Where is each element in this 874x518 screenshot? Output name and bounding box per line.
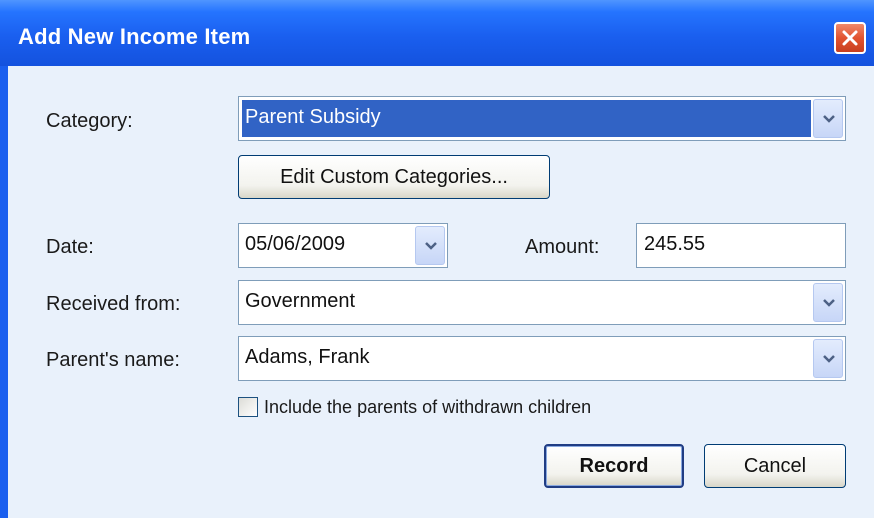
date-value: 05/06/2009 [245,233,346,255]
chevron-down-icon [425,241,437,250]
parent-name-dropdown-button[interactable] [813,339,843,378]
received-from-label: Received from: [46,293,181,315]
cancel-button[interactable]: Cancel [704,444,846,488]
received-from-dropdown[interactable]: Government [238,280,846,325]
parent-name-dropdown[interactable]: Adams, Frank [238,336,846,381]
chevron-down-icon [823,114,835,123]
category-dropdown-button[interactable] [813,99,843,138]
edit-custom-categories-button[interactable]: Edit Custom Categories... [238,155,550,199]
amount-field[interactable]: 245.55 [636,223,846,268]
chevron-down-icon [823,298,835,307]
include-withdrawn-label[interactable]: Include the parents of withdrawn childre… [264,397,591,418]
title-bar: Add New Income Item [0,0,874,66]
dialog-body: Category: Parent Subsidy Edit Custom Cat… [8,66,874,518]
add-income-dialog: Add New Income Item Category: Parent Sub… [0,0,874,518]
date-label: Date: [46,236,94,258]
amount-value: 245.55 [644,233,706,255]
close-button[interactable] [834,22,866,54]
amount-label: Amount: [525,236,600,258]
category-dropdown[interactable]: Parent Subsidy [238,96,846,141]
close-icon [842,30,858,46]
window-title: Add New Income Item [18,24,251,49]
window-border [0,66,8,518]
parent-name-value: Adams, Frank [245,346,370,368]
received-from-value: Government [245,290,356,312]
received-from-dropdown-button[interactable] [813,283,843,322]
category-label: Category: [46,110,133,132]
record-button[interactable]: Record [544,444,684,488]
include-withdrawn-checkbox[interactable] [238,397,258,417]
date-picker[interactable]: 05/06/2009 [238,223,448,268]
date-dropdown-button[interactable] [415,226,445,265]
category-value: Parent Subsidy [245,106,381,128]
chevron-down-icon [823,354,835,363]
parent-name-label: Parent's name: [46,349,180,371]
